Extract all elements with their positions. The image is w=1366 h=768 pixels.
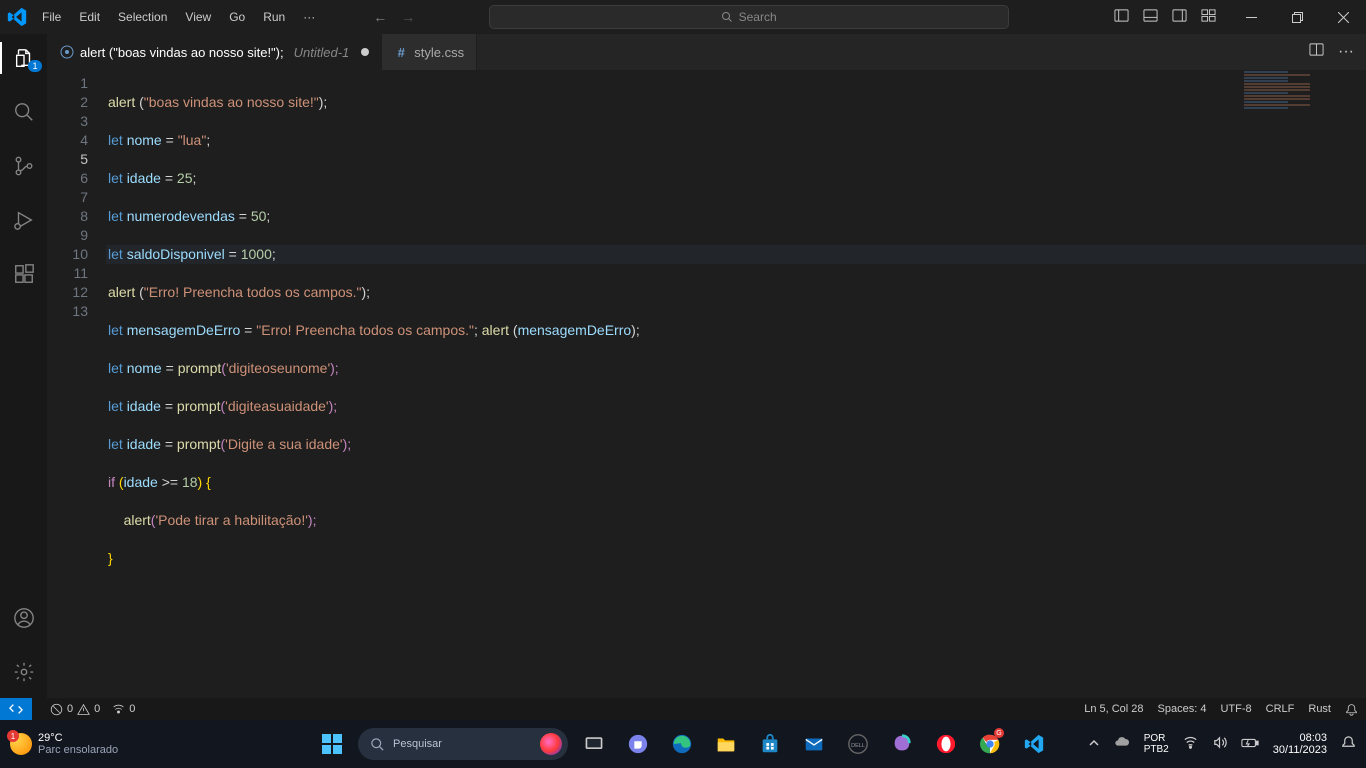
start-button[interactable] <box>314 726 350 762</box>
chat-icon[interactable] <box>620 726 656 762</box>
remote-button[interactable] <box>0 698 32 720</box>
weather-temp: 29°C <box>38 732 118 744</box>
svg-text:DELL: DELL <box>851 743 865 749</box>
tab-untitled-1[interactable]: alert ("boas vindas ao nosso site!"); Un… <box>48 34 382 70</box>
menu-go[interactable]: Go <box>221 6 253 28</box>
code-content[interactable]: alert ("boas vindas ao nosso site!"); le… <box>106 70 1366 698</box>
weather-desc: Parc ensolarado <box>38 744 118 756</box>
tray-onedrive-icon[interactable] <box>1114 735 1130 754</box>
search-highlight-icon <box>540 733 562 755</box>
explorer-folder-icon[interactable] <box>708 726 744 762</box>
menu-view[interactable]: View <box>177 6 219 28</box>
layout-panel-bottom-icon[interactable] <box>1143 8 1158 26</box>
search-icon <box>721 11 733 23</box>
js-file-icon <box>60 45 74 59</box>
search-activity-icon[interactable] <box>0 96 48 128</box>
opera-icon[interactable] <box>928 726 964 762</box>
editor-tabs: alert ("boas vindas ao nosso site!"); Un… <box>48 34 1366 70</box>
status-encoding[interactable]: UTF-8 <box>1220 703 1251 715</box>
editor-area: alert ("boas vindas ao nosso site!"); Un… <box>48 34 1366 698</box>
tab-title: alert ("boas vindas ao nosso site!"); <box>80 45 284 60</box>
status-eol[interactable]: CRLF <box>1266 703 1295 715</box>
title-bar: File Edit Selection View Go Run ··· ← → … <box>0 0 1366 34</box>
tab-dirty-icon <box>361 48 369 56</box>
tab-more-icon[interactable]: ··· <box>1338 43 1354 61</box>
status-bell-icon[interactable] <box>1345 703 1358 716</box>
explorer-icon[interactable]: 1 <box>0 42 48 74</box>
settings-gear-icon[interactable] <box>0 656 48 688</box>
taskview-icon[interactable] <box>576 726 612 762</box>
status-cursor-position[interactable]: Ln 5, Col 28 <box>1084 703 1143 715</box>
mail-icon[interactable] <box>796 726 832 762</box>
taskbar-search[interactable]: Pesquisar <box>358 728 568 760</box>
line-gutter: 1 2 3 4 5 6 7 8 9 10 11 12 13 <box>48 70 106 698</box>
windows-taskbar: 1 29°C Parc ensolarado Pesquisar DELL G … <box>0 720 1366 768</box>
layout-sidebar-left-icon[interactable] <box>1114 8 1129 26</box>
nav-forward-icon[interactable]: → <box>401 9 415 25</box>
tray-chevron-icon[interactable] <box>1088 737 1100 752</box>
tab-title: style.css <box>414 45 464 60</box>
store-icon[interactable] <box>752 726 788 762</box>
explorer-badge: 1 <box>28 60 41 72</box>
menu-run[interactable]: Run <box>255 6 293 28</box>
status-bar: 0 0 0 Ln 5, Col 28 Spaces: 4 UTF-8 CRLF … <box>0 698 1366 720</box>
layout-customize-icon[interactable] <box>1201 8 1216 26</box>
split-editor-icon[interactable] <box>1309 42 1324 62</box>
tab-style-css[interactable]: # style.css <box>382 34 477 70</box>
source-control-icon[interactable] <box>0 150 48 182</box>
command-center-search[interactable]: Search <box>489 5 1009 29</box>
menu-file[interactable]: File <box>34 6 69 28</box>
chrome-icon[interactable]: G <box>972 726 1008 762</box>
window-minimize-button[interactable] <box>1228 0 1274 34</box>
taskbar-weather[interactable]: 1 29°C Parc ensolarado <box>10 732 118 756</box>
accounts-icon[interactable] <box>0 602 48 634</box>
tray-battery-icon[interactable] <box>1241 737 1259 752</box>
activity-bar: 1 <box>0 34 48 698</box>
system-tray: POR PTB2 08:03 30/11/2023 <box>1088 732 1356 756</box>
tray-notifications-icon[interactable] <box>1341 735 1356 753</box>
nav-back-icon[interactable]: ← <box>373 9 387 25</box>
copilot-icon[interactable] <box>884 726 920 762</box>
window-close-button[interactable] <box>1320 0 1366 34</box>
search-placeholder: Search <box>739 10 777 24</box>
status-ports[interactable]: 0 <box>112 703 135 716</box>
search-icon <box>370 737 385 752</box>
status-language[interactable]: Rust <box>1308 703 1331 715</box>
layout-controls <box>1102 8 1228 26</box>
run-debug-icon[interactable] <box>0 204 48 236</box>
menu-edit[interactable]: Edit <box>71 6 108 28</box>
tab-subtitle: Untitled-1 <box>294 45 350 60</box>
status-problems[interactable]: 0 0 <box>50 703 100 716</box>
nav-history: ← → <box>373 9 415 25</box>
menu-more-icon[interactable]: ··· <box>295 6 323 28</box>
layout-sidebar-right-icon[interactable] <box>1172 8 1187 26</box>
vscode-logo-icon <box>0 0 34 34</box>
vscode-taskbar-icon[interactable] <box>1016 726 1052 762</box>
tray-language[interactable]: POR PTB2 <box>1144 733 1169 755</box>
edge-icon[interactable] <box>664 726 700 762</box>
menu-selection[interactable]: Selection <box>110 6 175 28</box>
tray-clock[interactable]: 08:03 30/11/2023 <box>1273 732 1327 756</box>
window-maximize-button[interactable] <box>1274 0 1320 34</box>
dell-icon[interactable]: DELL <box>840 726 876 762</box>
code-editor[interactable]: 1 2 3 4 5 6 7 8 9 10 11 12 13 alert ("bo… <box>48 70 1366 698</box>
css-file-icon: # <box>394 45 408 59</box>
extensions-icon[interactable] <box>0 258 48 290</box>
taskbar-center: Pesquisar DELL G <box>314 726 1052 762</box>
tray-wifi-icon[interactable] <box>1183 735 1198 753</box>
main-menu: File Edit Selection View Go Run ··· <box>34 6 323 28</box>
weather-icon: 1 <box>10 733 32 755</box>
tray-volume-icon[interactable] <box>1212 735 1227 753</box>
status-indent[interactable]: Spaces: 4 <box>1158 703 1207 715</box>
